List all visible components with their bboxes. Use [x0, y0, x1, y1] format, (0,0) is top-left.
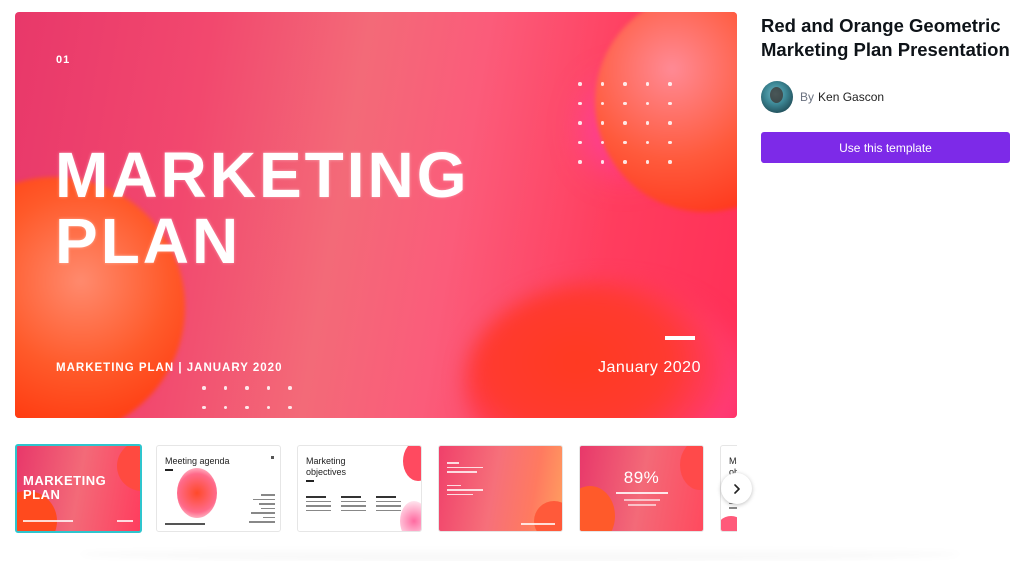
slide-title-line: PLAN: [55, 205, 242, 277]
thumbnail-heading-line: Mar: [729, 456, 737, 466]
placeholder-line: [165, 469, 173, 471]
decorative-blob: [534, 501, 562, 531]
thumbnail-stat: 89%: [623, 468, 660, 487]
placeholder-line: [23, 520, 73, 522]
thumbnail-heading-line: Marketing: [306, 456, 346, 466]
placeholder-line: [624, 499, 660, 501]
slide-title-line: MARKETING: [55, 139, 470, 211]
thumbnail-slide-5[interactable]: 89%: [579, 445, 704, 532]
placeholder-line: [628, 504, 656, 506]
author-row[interactable]: By Ken Gascon: [761, 80, 1011, 114]
thumbnail-slide-4[interactable]: [438, 445, 563, 532]
placeholder-line: [616, 492, 668, 494]
slide-subtitle: MARKETING PLAN | JANUARY 2020: [56, 362, 283, 374]
placeholder-text-block: [245, 494, 275, 526]
placeholder-line: [165, 523, 205, 525]
decorative-blob: [465, 282, 737, 418]
placeholder-columns: [306, 496, 401, 514]
template-title: Red and Orange Geometric Marketing Plan …: [761, 15, 1010, 60]
template-info-panel: Red and Orange Geometric Marketing Plan …: [761, 14, 1011, 163]
chevron-right-icon: [733, 483, 740, 494]
template-detail-page: 01 MARKETING PLAN MARKETING PLAN | JANUA…: [0, 0, 1022, 561]
avatar[interactable]: [761, 81, 793, 113]
thumbnail-heading: Meeting agenda: [165, 456, 230, 466]
decorative-blob: [117, 446, 140, 491]
slide-date: January 2020: [598, 359, 701, 376]
slide-preview[interactable]: 01 MARKETING PLAN MARKETING PLAN | JANUA…: [15, 12, 737, 418]
placeholder-line: [306, 480, 314, 482]
use-template-button[interactable]: Use this template: [761, 132, 1010, 163]
decorative-blob: [580, 486, 615, 531]
thumbnail-heading: Marketing objectives: [306, 456, 346, 478]
dot-grid: [202, 386, 292, 409]
next-thumbnails-button[interactable]: [721, 473, 752, 504]
author-name-link[interactable]: Ken Gascon: [818, 90, 884, 104]
by-label: By: [800, 90, 815, 104]
thumbnail-strip: MARKETING PLAN Meeting agenda Marketing …: [15, 444, 737, 534]
thumbnail-slide-1[interactable]: MARKETING PLAN: [15, 444, 142, 533]
slide-title: MARKETING PLAN: [55, 142, 470, 274]
thumbnail-title-line: PLAN: [23, 487, 61, 502]
thumbnail-title-line: MARKETING: [23, 473, 107, 488]
thumbnail-slide-3[interactable]: Marketing objectives: [297, 445, 422, 532]
dot-grid: [578, 82, 672, 164]
decorative-blob: [403, 446, 421, 481]
placeholder-line: [117, 520, 133, 522]
thumbnail-heading-line: objectives: [306, 467, 347, 477]
placeholder-text-block: [447, 462, 487, 498]
placeholder-mark: [271, 456, 274, 459]
decorative-shadow: [80, 547, 960, 561]
placeholder-line: [521, 523, 555, 525]
decorative-bar: [665, 336, 695, 340]
decorative-blob: [721, 516, 737, 531]
thumbnail-title: MARKETING PLAN: [23, 474, 106, 502]
decorative-blob: [177, 468, 217, 518]
decorative-blob: [400, 501, 421, 531]
thumbnail-slide-2[interactable]: Meeting agenda: [156, 445, 281, 532]
slide-number: 01: [56, 54, 71, 66]
